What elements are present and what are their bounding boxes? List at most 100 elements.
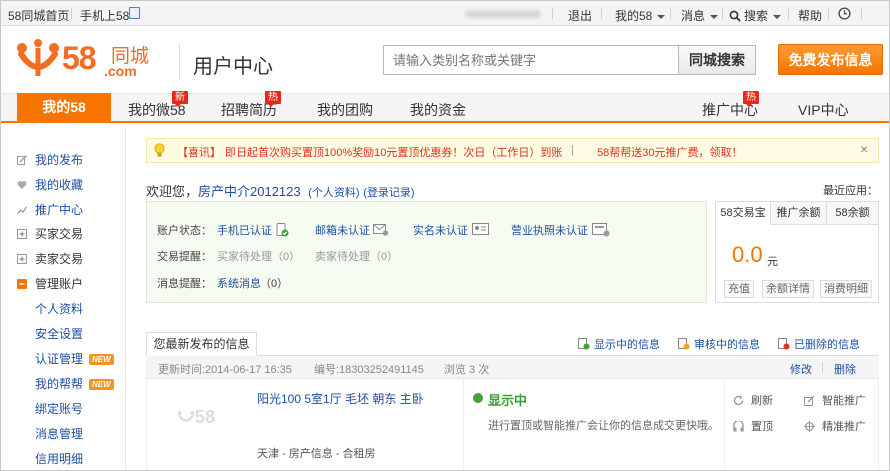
sidebar-item-message-mgmt[interactable]: 消息管理 (35, 425, 83, 442)
sidebar-label: 认证管理 (35, 352, 84, 366)
share-icon (804, 395, 815, 406)
page-title: 用户中心 (193, 56, 273, 78)
main-nav: 我的58 我的微58 新 招聘简历热 我的团购 我的资金 推广中心热 VIP中心 (1, 91, 889, 123)
sidebar-item-security[interactable]: 安全设置 (35, 325, 83, 342)
chevron-down-icon (710, 14, 719, 19)
top-button[interactable]: 置顶 (733, 418, 773, 434)
listing-title[interactable]: 阳光100 5室1厅 毛坯 朝东 主卧 (257, 390, 424, 407)
divider (670, 8, 671, 19)
sidebar-label: 管理账户 (35, 277, 84, 291)
divider (861, 8, 862, 19)
view-count: 浏览 3 次 (444, 364, 490, 376)
new-badge: NEW (89, 354, 114, 365)
sidebar-item-certification[interactable]: 认证管理 NEW (35, 350, 114, 367)
tab-my-funds[interactable]: 我的资金 (410, 100, 466, 120)
close-icon[interactable]: × (860, 141, 868, 157)
hot-badge: 热 (265, 91, 281, 107)
greeting: 欢迎您， (146, 184, 199, 199)
placeholder-label: 58 (195, 407, 216, 427)
sidebar-item-profile[interactable]: 个人资料 (35, 300, 83, 317)
precise-promo-label: 精准推广 (822, 421, 866, 433)
search-button[interactable]: 同城搜索 (678, 45, 756, 75)
sidebar-item-manage-account[interactable]: 管理账户 (17, 275, 83, 292)
username[interactable]: 房产中介2012123 (198, 184, 301, 199)
divider (788, 8, 789, 19)
site-logo[interactable]: 58 同城 .com (16, 38, 166, 82)
consume-detail-button[interactable]: 消费明细 (820, 280, 872, 298)
plus-icon (17, 254, 27, 264)
account-status-panel: 账户状态： 手机已认证 邮箱未认证 实名未认证 营业执照未认证 交易提醒： 买家… (146, 201, 707, 303)
tab-58-balance[interactable]: 58余额 (827, 202, 878, 225)
sidebar-item-credit[interactable]: 信用明细 (35, 450, 83, 467)
sidebar-item-bind-account[interactable]: 绑定账号 (35, 400, 83, 417)
license-unverified[interactable]: 营业执照未认证 (511, 222, 610, 238)
sidebar-label: 我的发布 (35, 153, 84, 167)
sidebar-divider (125, 127, 126, 470)
clock-icon[interactable] (838, 7, 851, 20)
sidebar-label: 我的帮帮 (35, 377, 84, 391)
status-label: 显示中 (488, 393, 528, 408)
delete-link[interactable]: 删除 (834, 361, 856, 377)
email-unverified[interactable]: 邮箱未认证 (315, 222, 389, 238)
page-frame: 58同城首页 手机上58 退出 我的58 消息 搜索 帮助 58 同城 .com (0, 0, 890, 471)
balance-detail-button[interactable]: 余额详情 (762, 280, 814, 298)
listing-location: 天津 - 房产信息 - 合租房 (257, 448, 376, 460)
tab-vip-center[interactable]: VIP中心 (798, 100, 849, 120)
search-input[interactable] (383, 45, 679, 75)
recharge-button[interactable]: 充值 (724, 280, 754, 298)
smart-promo-button[interactable]: 智能推广 (804, 392, 866, 408)
tab-my-weibo58[interactable]: 我的微58 新 (128, 91, 188, 120)
mascot-icon (17, 39, 59, 76)
sidebar-item-sell-trade[interactable]: 卖家交易 (17, 250, 83, 267)
precise-promo-button[interactable]: 精准推广 (804, 418, 866, 434)
realname-unverified[interactable]: 实名未认证 (413, 222, 489, 238)
my58-menu[interactable]: 我的58 (615, 7, 666, 24)
mobile-icon[interactable] (129, 7, 140, 19)
login-log-link[interactable]: (登录记录) (363, 187, 414, 199)
buyer-pending: 买家待处理（0） (217, 251, 301, 263)
phone-label: 手机已认证 (217, 225, 272, 237)
refresh-button[interactable]: 刷新 (733, 392, 773, 408)
seller-pending: 卖家待处理（0） (315, 251, 399, 263)
message-reminder-label: 消息提醒： (157, 278, 212, 290)
sidebar-item-favorites[interactable]: 我的收藏 (17, 176, 83, 193)
logout-link[interactable]: 退出 (568, 7, 592, 24)
sidebar-item-my-posts[interactable]: 我的发布 (17, 151, 83, 168)
tab-promo-balance[interactable]: 推广余额 (771, 202, 827, 225)
listing-thumbnail[interactable]: 58 (177, 407, 215, 428)
reviewing-posts-label: 审核中的信息 (694, 339, 760, 351)
sidebar-item-bangbang[interactable]: 我的帮帮 NEW (35, 375, 114, 392)
home-link[interactable]: 58同城首页 (8, 7, 69, 24)
notice-tag: 【喜讯】 (177, 147, 221, 159)
search-menu[interactable]: 搜索 (729, 7, 782, 24)
tab-group-buy[interactable]: 我的团购 (317, 100, 373, 120)
tab-recruit-resume[interactable]: 招聘简历热 (221, 91, 281, 120)
tab-promo-center[interactable]: 推广中心热 (702, 91, 759, 120)
tab-my58[interactable]: 我的58 (17, 93, 111, 123)
showing-posts-link[interactable]: 显示中的信息 (578, 336, 660, 352)
messages-menu[interactable]: 消息 (681, 7, 719, 24)
help-link[interactable]: 帮助 (798, 7, 822, 24)
reviewing-posts-link[interactable]: 审核中的信息 (678, 336, 760, 352)
divider: | (821, 361, 824, 373)
chevron-down-icon (773, 14, 782, 19)
trade-reminder-label: 交易提醒： (157, 251, 212, 263)
notice-separator: | (571, 144, 574, 156)
phone-verified[interactable]: 手机已认证 (217, 222, 289, 238)
mobile-link[interactable]: 手机上58 (80, 7, 129, 24)
tab-latest-posts[interactable]: 您最新发布的信息 (146, 332, 257, 356)
sidebar-item-buy-trade[interactable]: 买家交易 (17, 225, 83, 242)
free-post-button[interactable]: 免费发布信息 (778, 44, 883, 75)
profile-link[interactable]: (个人资料) (308, 187, 359, 199)
tab-58-trade-treasure[interactable]: 58交易宝 (716, 202, 771, 225)
notice-promo[interactable]: 58帮帮送30元推广费，领取！ (597, 144, 742, 160)
status-dot-icon (473, 393, 483, 403)
plus-icon (17, 229, 27, 239)
system-messages-link[interactable]: 系统消息 (217, 275, 261, 291)
heart-icon (17, 181, 27, 189)
top-label: 置顶 (751, 421, 773, 433)
deleted-posts-link[interactable]: 已删除的信息 (778, 336, 860, 352)
edit-link[interactable]: 修改 (790, 361, 812, 377)
notice-text[interactable]: 即日起首次购买置顶100%奖励10元置顶优惠券！次日（工作日）到账 (225, 144, 562, 160)
sidebar-item-promo-center[interactable]: 推广中心 (17, 201, 83, 218)
